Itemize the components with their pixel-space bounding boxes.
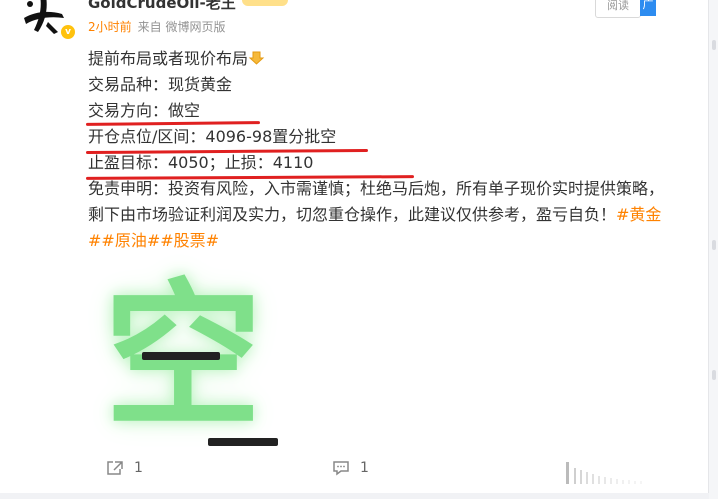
comment-count: 1 [360,460,369,476]
post-line-disclaimer-2: 剩下由市场验证利润及实力，切忽重仓操作，此建议仅供参考，盈亏自负！#黄金 [88,202,688,228]
comment-action[interactable]: 1 [332,460,369,476]
scrollbar-marker [712,240,716,250]
verified-badge-icon: v [60,24,76,40]
share-count: 1 [134,460,143,476]
post-source: 来自 微博网页版 [137,20,226,34]
post-time[interactable]: 2小时前 [88,20,132,34]
image-watermark-1 [142,352,220,360]
post-line-tags: ##原油##股票# [88,228,688,254]
post-image[interactable]: 空 [104,264,278,458]
post-line-direction: 交易方向：做空 [88,101,201,120]
scrollbar-marker [712,40,716,50]
image-watermark-2 [208,438,278,446]
page-scrollbar[interactable] [709,0,718,499]
post-line-intro: 提前布局或者现价布局 [88,46,688,72]
hashtag-oil-stocks[interactable]: ##原油##股票# [88,231,219,250]
weibo-post-card: v GoldCrudeOil-老王 2小时前 来自 微博网页版 阅读 广 提前布局… [0,0,709,493]
post-line-entry: 开仓点位/区间：4096-98置分批空 [88,127,337,146]
pointing-down-hand-icon [248,51,265,65]
post-line-variety: 交易品种：现货黄金 [88,75,233,94]
share-icon [107,461,123,475]
post-line-disclaimer-1: 免责申明：投资有风险，入市需谨慎；杜绝马后炮，所有单子现价实时提供策略， [88,179,665,198]
like-thumb-icon [566,462,642,484]
post-meta: 2小时前 来自 微博网页版 [88,18,225,35]
hashtag-gold[interactable]: #黄金 [616,205,661,224]
share-action[interactable]: 1 [106,460,143,476]
member-level-icon [242,0,288,6]
author-name[interactable]: GoldCrudeOil-老王 [88,0,236,13]
scrollbar-marker [712,370,716,380]
disclaimer-2-text: 剩下由市场验证利润及实力，切忽重仓操作，此建议仅供参考，盈亏自负！ [88,205,617,224]
ad-badge: 广 [640,0,656,16]
post-actions: 1 1 [0,460,708,486]
read-button[interactable]: 阅读 [595,0,641,18]
post-intro-text: 提前布局或者现价布局 [88,49,249,68]
comment-icon [333,461,349,476]
post-line-target: 止盈目标：4050；止损：4110 [88,153,314,172]
like-button[interactable] [560,462,670,486]
